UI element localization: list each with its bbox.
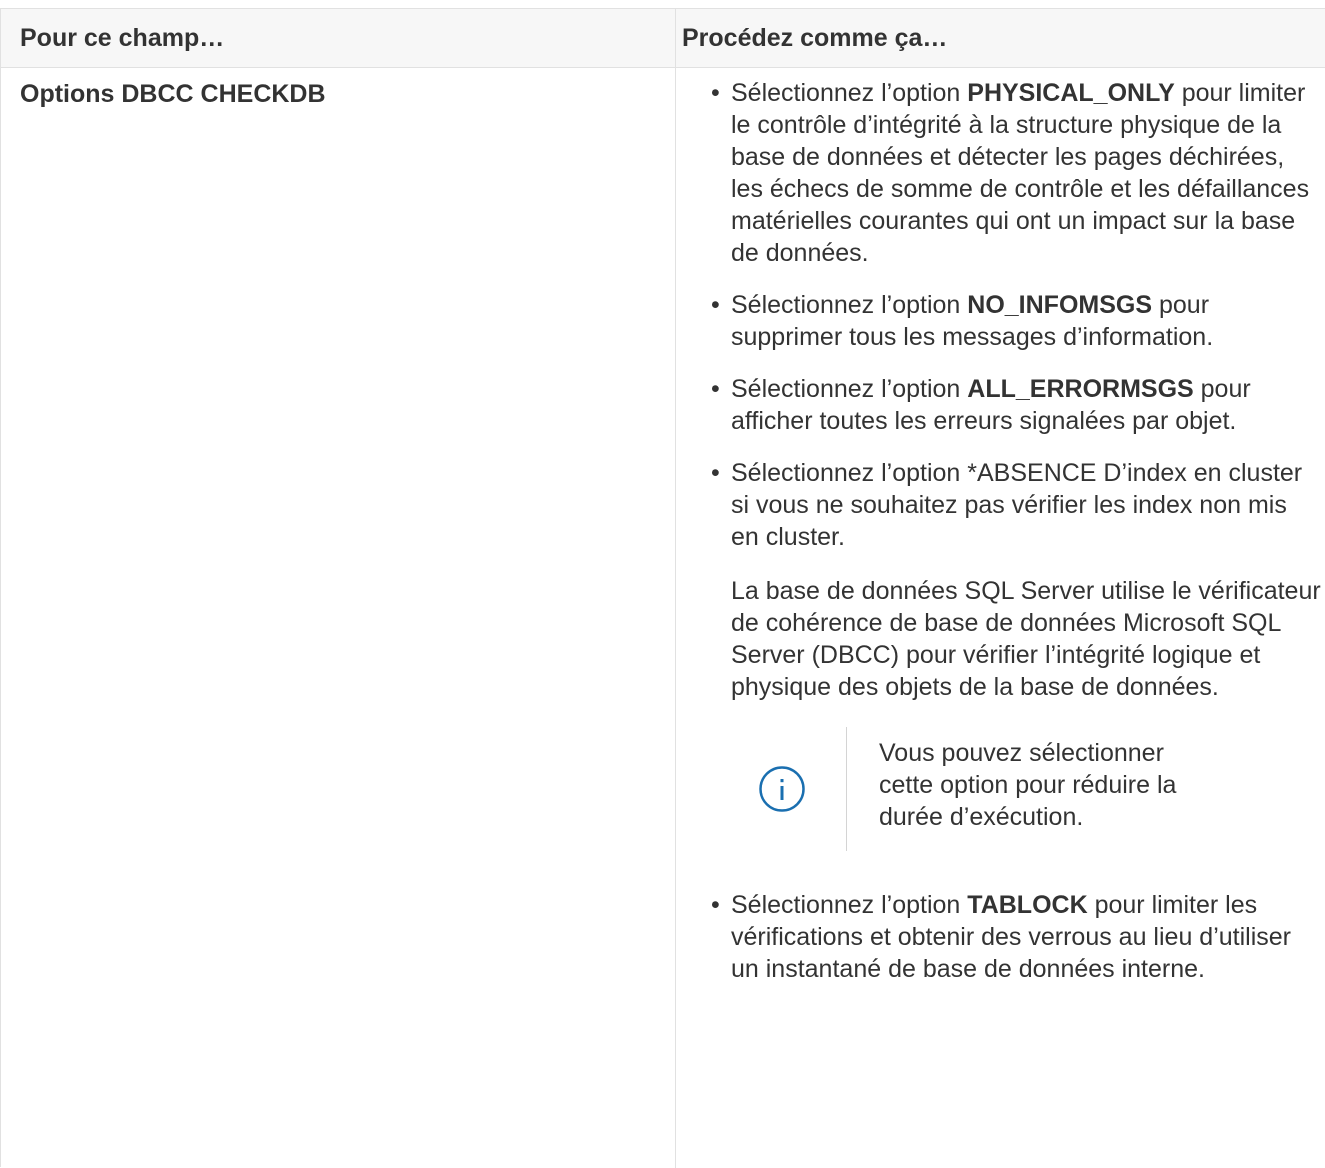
table-header-row: Pour ce champ… Procédez comme ça… [1, 9, 1325, 68]
option-keyword: TABLOCK [967, 891, 1088, 919]
explanation-paragraph: La base de données SQL Server utilise le… [731, 577, 1321, 701]
action-cell: Sélectionnez l’option PHYSICAL_ONLY pour… [709, 77, 1321, 1005]
options-table: Pour ce champ… Procédez comme ça… Option… [0, 8, 1325, 1168]
header-action-column: Procédez comme ça… [682, 24, 948, 52]
header-field-column: Pour ce champ… [20, 24, 225, 52]
option-keyword: PHYSICAL_ONLY [967, 79, 1175, 107]
list-item-no-infomsgs: Sélectionnez l’option NO_INFOMSGS pour s… [709, 289, 1321, 353]
note-admonition: Vous pouvez sélectionner cette option po… [731, 727, 1321, 851]
note-text: Vous pouvez sélectionner cette option po… [879, 739, 1177, 831]
list-item-all-errormsgs: Sélectionnez l’option ALL_ERRORMSGS pour… [709, 373, 1321, 437]
list-item-tablock: Sélectionnez l’option TABLOCK pour limit… [709, 889, 1321, 985]
list-item-physical-only: Sélectionnez l’option PHYSICAL_ONLY pour… [709, 77, 1321, 269]
note-divider [846, 727, 847, 851]
field-name-cell: Options DBCC CHECKDB [20, 80, 326, 108]
list-item-no-index: Sélectionnez l’option *ABSENCE D’index e… [709, 457, 1321, 851]
option-keyword: NO_INFOMSGS [967, 291, 1153, 319]
info-icon [759, 766, 805, 812]
column-divider [675, 9, 676, 1168]
list-item-text: Sélectionnez l’option *ABSENCE D’index e… [731, 459, 1303, 551]
options-list: Sélectionnez l’option PHYSICAL_ONLY pour… [709, 77, 1321, 985]
option-keyword: ALL_ERRORMSGS [967, 375, 1194, 403]
